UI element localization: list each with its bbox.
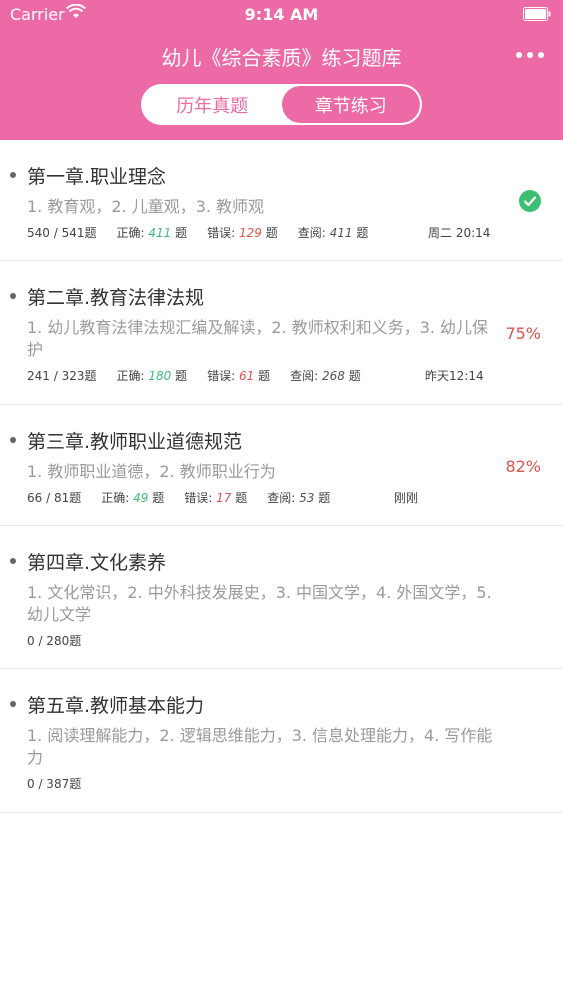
viewed-label: 查阅:	[297, 226, 326, 240]
wrong-count: 61	[238, 369, 255, 383]
chapter-stats: 0 / 280题	[27, 632, 81, 649]
progress-count: 0 / 387题	[27, 777, 82, 791]
bullet-icon	[10, 701, 16, 707]
correct-label: 正确:	[116, 226, 145, 240]
correct-count: 411	[148, 226, 172, 240]
status-time: 9:14 AM	[244, 5, 319, 24]
unit-label: 题	[175, 369, 188, 383]
viewed-label: 查阅:	[290, 369, 319, 383]
unit-label: 题	[348, 369, 361, 383]
last-time: 周二 20:14	[428, 226, 491, 240]
chapter-stats: 66 / 81题 正确: 49 题 错误: 17 题 查阅: 53 题	[27, 489, 330, 506]
viewed-count: 411	[329, 226, 353, 240]
check-circle-icon	[519, 190, 541, 212]
viewed-count: 53	[299, 491, 315, 505]
bullet-icon	[10, 558, 16, 564]
chapter-desc: 1. 阅读理解能力，2. 逻辑思维能力，3. 信息处理能力，4. 写作能力	[27, 726, 493, 767]
last-time: 昨天12:14	[425, 369, 484, 383]
chapter-stats: 0 / 387题	[27, 775, 81, 792]
tab-chapter-practice[interactable]: 章节练习	[281, 86, 420, 123]
chapter-item-1[interactable]: 第一章.职业理念 1. 教育观，2. 儿童观，3. 教师观 540 / 541题…	[0, 140, 563, 261]
chapter-item-2[interactable]: 第二章.教育法律法规 1. 幼儿教育法律法规汇编及解读，2. 教师权利和义务，3…	[0, 261, 563, 405]
segment-control: 历年真题 章节练习	[141, 84, 422, 125]
progress-count: 540 / 541题	[27, 226, 97, 240]
page-title: 幼儿《综合素质》练习题库	[161, 46, 402, 70]
chapter-title: 第一章.职业理念	[27, 166, 167, 188]
wrong-count: 17	[216, 491, 232, 505]
chapter-desc: 1. 幼儿教育法律法规汇编及解读，2. 教师权利和义务，3. 幼儿保护	[27, 318, 489, 359]
chapter-desc: 1. 教育观，2. 儿童观，3. 教师观	[27, 197, 265, 216]
viewed-count: 268	[321, 369, 345, 383]
tab-past-exams[interactable]: 历年真题	[143, 86, 282, 123]
chapter-stats: 241 / 323题 正确: 180 题 错误: 61 题 查阅: 268 题	[27, 367, 361, 384]
last-time: 刚刚	[394, 491, 419, 505]
unit-label: 题	[175, 226, 188, 240]
chapter-item-3[interactable]: 第三章.教师职业道德规范 1. 教师职业道德，2. 教师职业行为 66 / 81…	[0, 405, 563, 526]
unit-label: 题	[318, 491, 331, 505]
wrong-label: 错误:	[207, 369, 236, 383]
viewed-label: 查阅:	[267, 491, 296, 505]
chapter-title: 第三章.教师职业道德规范	[27, 431, 243, 453]
unit-label: 题	[265, 226, 278, 240]
nav-header: Carrier 9:14 AM 幼儿《综合素质》练习题库 历年真题 章节练习	[0, 0, 563, 140]
chapter-title: 第二章.教育法律法规	[27, 287, 205, 309]
progress-count: 241 / 323题	[27, 369, 97, 383]
chapter-stats: 540 / 541题 正确: 411 题 错误: 129 题 查阅: 411 题	[27, 224, 368, 241]
battery-icon	[523, 7, 551, 21]
chapter-item-4[interactable]: 第四章.文化素养 1. 文化常识，2. 中外科技发展史，3. 中国文学，4. 外…	[0, 526, 563, 669]
more-icon[interactable]	[515, 50, 545, 60]
bullet-icon	[10, 172, 16, 178]
correct-count: 49	[133, 491, 149, 505]
chapter-title: 第四章.文化素养	[27, 552, 167, 574]
correct-label: 正确:	[101, 491, 130, 505]
progress-count: 66 / 81题	[27, 491, 82, 505]
chapter-desc: 1. 教师职业道德，2. 教师职业行为	[27, 462, 276, 481]
progress-count: 0 / 280题	[27, 634, 82, 648]
bullet-icon	[10, 293, 16, 299]
correct-count: 180	[148, 369, 172, 383]
bullet-icon	[10, 437, 16, 443]
unit-label: 题	[152, 491, 165, 505]
wrong-label: 错误:	[184, 491, 213, 505]
unit-label: 题	[258, 369, 271, 383]
chapter-desc: 1. 文化常识，2. 中外科技发展史，3. 中国文学，4. 外国文学，5. 幼儿…	[27, 583, 492, 624]
status-bar: Carrier 9:14 AM	[0, 0, 563, 30]
progress-percent: 82%	[505, 457, 541, 476]
chapter-title: 第五章.教师基本能力	[27, 695, 205, 717]
chapter-item-5[interactable]: 第五章.教师基本能力 1. 阅读理解能力，2. 逻辑思维能力，3. 信息处理能力…	[0, 669, 563, 813]
unit-label: 题	[356, 226, 369, 240]
wrong-count: 129	[238, 226, 262, 240]
correct-label: 正确:	[116, 369, 145, 383]
wrong-label: 错误:	[207, 226, 236, 240]
unit-label: 题	[235, 491, 248, 505]
progress-percent: 75%	[505, 324, 541, 343]
